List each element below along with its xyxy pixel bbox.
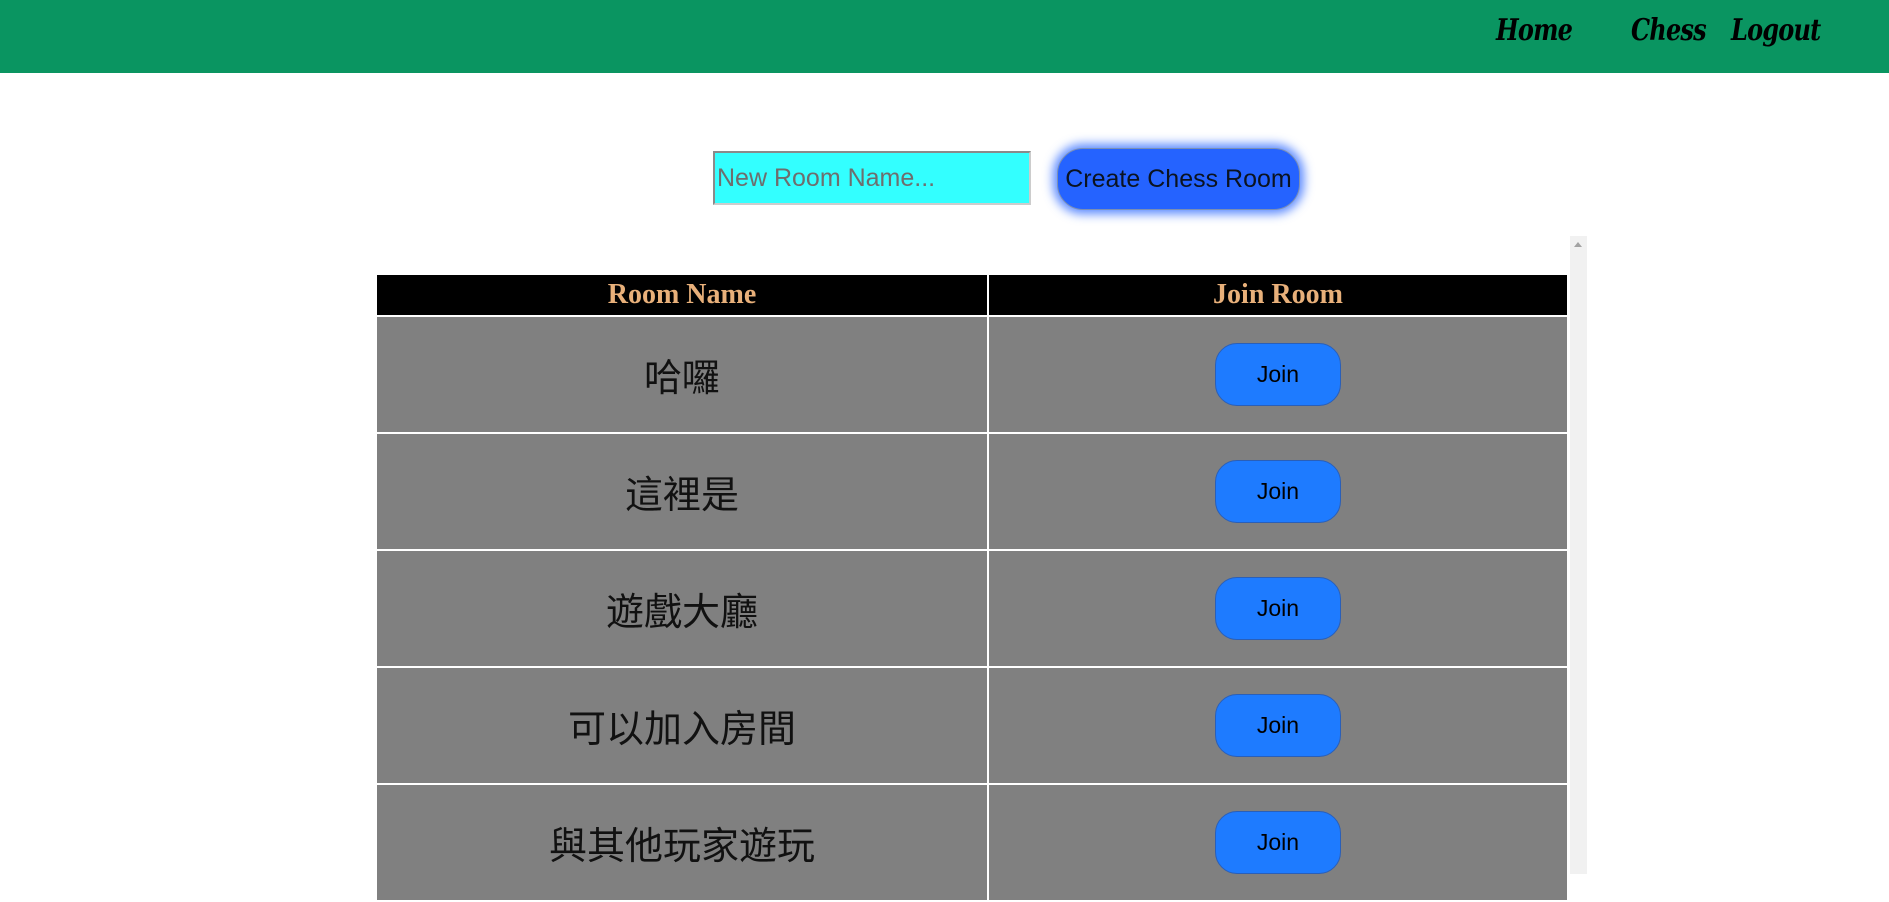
join-cell: Join [989,551,1567,668]
table-row: 這裡是 Join [377,434,1567,551]
room-list-scrollbar[interactable] [1570,236,1587,874]
join-cell: Join [989,434,1567,551]
nav-logout-link[interactable]: Logout [1731,6,1821,56]
table-row: 哈囉 Join [377,317,1567,434]
room-name-cell: 這裡是 [377,434,989,551]
create-chess-room-button[interactable]: Create Chess Room [1057,148,1300,210]
table-row: 遊戲大廳 Join [377,551,1567,668]
join-button[interactable]: Join [1215,343,1341,406]
table-header-row: Room Name Join Room [377,275,1567,317]
join-button[interactable]: Join [1215,577,1341,640]
table-row: 與其他玩家遊玩 Join [377,785,1567,902]
join-button[interactable]: Join [1215,460,1341,523]
table-row: 可以加入房間 Join [377,668,1567,785]
nav-chess-link[interactable]: Chess [1631,6,1707,56]
join-room-header: Join Room [989,275,1567,317]
new-room-name-input[interactable] [713,151,1031,205]
top-nav-bar: Home Chess Logout [0,0,1889,73]
room-name-header: Room Name [377,275,989,317]
join-cell: Join [989,317,1567,434]
scroll-up-arrow-icon[interactable] [1574,242,1582,247]
join-button[interactable]: Join [1215,811,1341,874]
room-table: Room Name Join Room 哈囉 Join 這裡是 Join 遊戲大… [377,275,1567,902]
nav-home-link[interactable]: Home [1496,6,1573,56]
room-name-cell: 遊戲大廳 [377,551,989,668]
room-name-cell: 與其他玩家遊玩 [377,785,989,902]
join-button[interactable]: Join [1215,694,1341,757]
room-name-cell: 可以加入房間 [377,668,989,785]
room-name-cell: 哈囉 [377,317,989,434]
join-cell: Join [989,668,1567,785]
join-cell: Join [989,785,1567,902]
